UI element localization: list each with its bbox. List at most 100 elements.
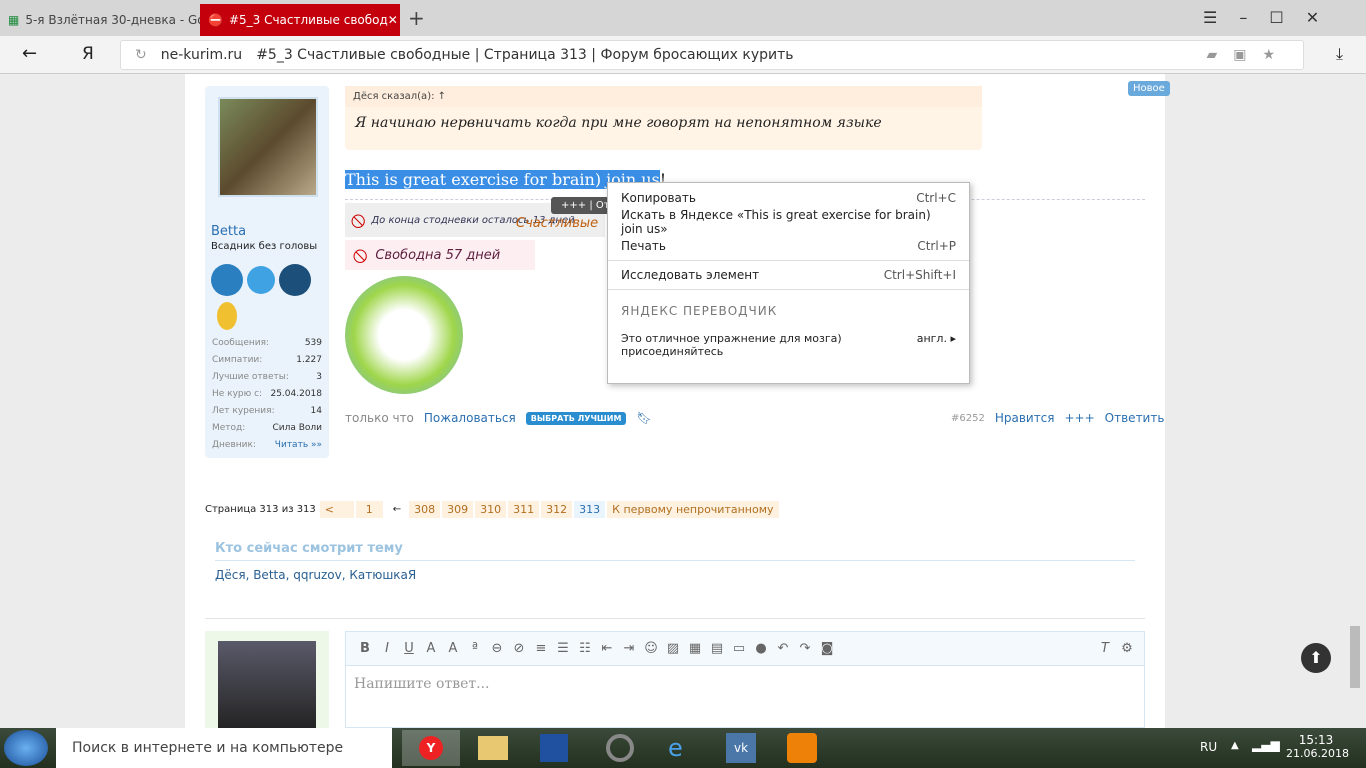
plus-link[interactable]: +++ <box>1065 411 1095 425</box>
undo-icon[interactable]: ↶ <box>772 641 794 656</box>
tab-sheets[interactable]: ▦ 5-я Взлётная 30-дневка - Go <box>0 4 200 36</box>
ok-app[interactable] <box>787 733 817 763</box>
page-link[interactable]: 311 <box>508 501 540 518</box>
page-1[interactable]: 1 <box>355 501 383 518</box>
user-icon[interactable]: ● <box>750 641 772 656</box>
stat-row: Сообщения: 539 <box>212 337 322 348</box>
new-tab-button[interactable]: + <box>408 6 425 30</box>
stat-row: Симпатии: 1.227 <box>212 354 322 365</box>
smiley-icon[interactable]: ☺ <box>640 641 662 656</box>
window-controls[interactable]: ☰–☐✕ <box>1203 8 1341 27</box>
stat-row: Не курю с: 25.04.2018 <box>212 388 322 399</box>
save-app[interactable] <box>540 734 568 762</box>
current-page: 313 <box>574 501 606 518</box>
back-icon[interactable]: ← <box>22 43 37 64</box>
page-link[interactable]: 310 <box>475 501 507 518</box>
chrome-like-app[interactable] <box>606 734 634 762</box>
divider <box>205 618 1145 619</box>
quote-author[interactable]: Дёся сказал(а): ↑ <box>345 86 982 107</box>
ie-app[interactable]: e <box>668 734 683 762</box>
menu-item-search-yandex[interactable]: Искать в Яндексе «This is great exercise… <box>608 208 969 236</box>
clock[interactable]: 15:13 21.06.2018 <box>1286 733 1349 760</box>
outdent-icon[interactable]: ⇤ <box>596 641 618 656</box>
telegram-icon <box>247 266 275 294</box>
first-unread-link[interactable]: К первому непрочитанному <box>607 501 779 518</box>
save-draft-icon[interactable]: ▭ <box>728 641 750 656</box>
language-indicator[interactable]: RU <box>1200 740 1217 754</box>
indent-icon[interactable]: ⇥ <box>618 641 640 656</box>
align-icon[interactable]: ≡ <box>530 641 552 656</box>
signature-overlay: Счастливые <box>516 216 599 231</box>
toggle-bbcode-icon[interactable]: ⚙ <box>1116 641 1138 656</box>
menu-item-copy[interactable]: Копировать Ctrl+C <box>608 186 969 210</box>
text-color-icon[interactable]: A <box>420 641 442 656</box>
bookmark-star-icon[interactable]: ▰▣★ <box>1206 47 1291 63</box>
scroll-top-button[interactable]: ⬆ <box>1301 643 1331 673</box>
download-icon[interactable]: ⤓ <box>1336 44 1343 64</box>
post-number[interactable]: #6252 <box>951 413 985 425</box>
like-link[interactable]: Нравится <box>995 411 1055 425</box>
image-icon[interactable]: ▨ <box>662 641 684 656</box>
explorer-app[interactable] <box>478 736 508 760</box>
reply-link[interactable]: Ответить <box>1105 411 1165 425</box>
page-link[interactable]: 312 <box>541 501 573 518</box>
close-tab-icon[interactable]: ✕ <box>388 13 398 27</box>
font-family-icon[interactable]: ª <box>464 641 486 656</box>
username[interactable]: Betta <box>211 224 246 239</box>
prev-page[interactable]: < <box>319 501 354 518</box>
avatar[interactable] <box>218 97 318 197</box>
media-icon[interactable]: ▦ <box>684 641 706 656</box>
taskbar-search[interactable]: Поиск в интернете и на компьютере <box>56 728 392 768</box>
new-badge: Новое <box>1128 81 1170 96</box>
tab-forum[interactable]: ⛔ #5_3 Счастливые свобод ✕ <box>200 4 400 36</box>
reload-icon[interactable]: ↻ <box>135 47 147 63</box>
pagination: Страница 313 из 313 < 1 ← 308 309 310 31… <box>205 501 781 518</box>
stat-row: Лучшие ответы: 3 <box>212 371 322 382</box>
clear-format-icon[interactable]: T <box>1094 641 1116 656</box>
post-actions-left: только что Пожаловаться ВЫБРАТЬ ЛУЧШИМ 🔖… <box>345 411 652 425</box>
taskbar: Поиск в интернете и на компьютере Y e vk… <box>0 728 1366 768</box>
italic-icon[interactable]: I <box>376 641 398 656</box>
insert-icon[interactable]: ▤ <box>706 641 728 656</box>
translator-heading: ЯНДЕКС ПЕРЕВОДЧИК <box>621 304 778 318</box>
bullet-list-icon[interactable]: ☰ <box>552 641 574 656</box>
network-icon[interactable]: ▂▄▆ <box>1252 738 1280 752</box>
reply-input[interactable]: Напишите ответ... <box>346 666 1144 702</box>
bold-icon[interactable]: B <box>354 641 376 656</box>
menu-item-translation[interactable]: Это отличное упражнение для мозга) присо… <box>608 330 969 360</box>
start-button[interactable] <box>4 730 48 766</box>
vk-app[interactable]: vk <box>726 733 756 763</box>
numbered-list-icon[interactable]: ☷ <box>574 641 596 656</box>
underline-icon[interactable]: U <box>398 641 420 656</box>
site-icon: ⛔ <box>208 13 223 27</box>
bookmark-icon[interactable]: 🔖︎ <box>636 411 651 425</box>
signature-ticker-2: ⦸ Свободна 57 дней <box>345 240 535 270</box>
yandex-browser-app[interactable]: Y <box>402 730 460 766</box>
page-link[interactable]: 309 <box>442 501 474 518</box>
best-answer-button[interactable]: ВЫБРАТЬ ЛУЧШИМ <box>525 411 627 425</box>
font-size-icon[interactable]: A <box>442 641 464 656</box>
menu-item-inspect[interactable]: Исследовать элемент Ctrl+Shift+I <box>608 263 969 287</box>
diary-link[interactable]: Читать »» <box>275 440 322 450</box>
link-icon[interactable]: ⊖ <box>486 641 508 656</box>
viewers-list[interactable]: Дёся, Betta, qqruzov, КатюшкаЯ <box>215 568 416 582</box>
no-smoking-icon: ⦸ <box>353 242 368 268</box>
tray-expand-icon[interactable]: ▲ <box>1231 740 1239 751</box>
camera-icon[interactable]: ◙ <box>816 641 838 656</box>
report-link[interactable]: Пожаловаться <box>424 411 516 425</box>
scrollbar-thumb[interactable] <box>1350 626 1360 688</box>
context-menu: Копировать Ctrl+C Искать в Яндексе «This … <box>607 182 970 384</box>
horse-icon <box>279 264 311 296</box>
editor-toolbar: BIU AAª ⊖ ⊘ ≡ ☰ ☷ ⇤ ⇥ ☺ ▨ ▦ ▤ ▭ ● ↶ ↷ ◙ T ⚙ <box>346 632 1144 666</box>
user-title: Всадник без головы <box>211 241 318 252</box>
user-stats: Сообщения: 539 Симпатии: 1.227 Лучшие отве… <box>205 334 329 453</box>
sheets-icon: ▦ <box>8 13 20 27</box>
unlink-icon[interactable]: ⊘ <box>508 641 530 656</box>
yandex-button[interactable]: Я <box>82 44 94 64</box>
redo-icon[interactable]: ↷ <box>794 641 816 656</box>
menu-item-print[interactable]: Печать Ctrl+P <box>608 234 969 258</box>
stat-row: Лет курения: 14 <box>212 405 322 416</box>
url-field[interactable]: ↻ ne-kurim.ru #5_3 Счастливые свободные … <box>120 40 1304 70</box>
viewers-title: Кто сейчас смотрит тему <box>215 541 1135 561</box>
page-link[interactable]: 308 <box>409 501 441 518</box>
